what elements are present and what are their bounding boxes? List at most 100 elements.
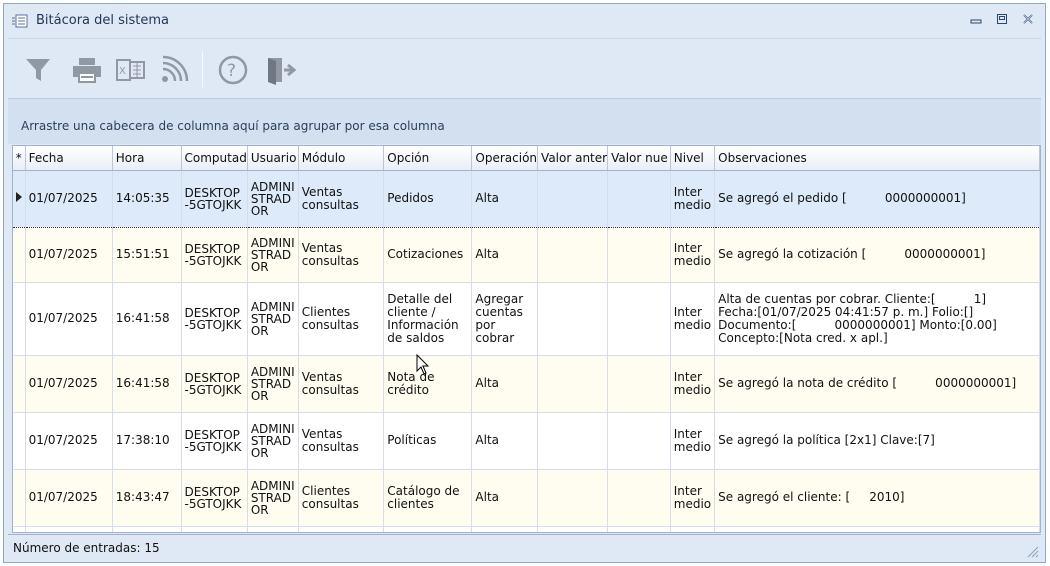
hora-cell[interactable]: 14:05:35 xyxy=(112,169,182,228)
nivel-cell[interactable]: Inter medio xyxy=(670,412,716,470)
row-indicator[interactable] xyxy=(13,469,26,527)
opcion-cell[interactable]: Pedidos xyxy=(383,169,473,228)
table-row[interactable]: 01/07/2025 16:41:58 DESKTOP -5GTOJKK ADMINI S… xyxy=(13,282,1040,356)
fecha-cell[interactable]: 01/07/2025 xyxy=(25,412,113,470)
opcion-cell[interactable]: Catálogo de clientes xyxy=(383,469,473,527)
usuario-cell[interactable]: ADMINI STRAD OR xyxy=(247,355,299,413)
valor-nuevo-cell[interactable] xyxy=(607,412,671,470)
row-indicator[interactable] xyxy=(13,282,26,356)
fecha-cell[interactable]: 01/07/2025 xyxy=(25,469,113,527)
column-header-usuario[interactable]: Usuario xyxy=(247,146,299,171)
valor-anterior-cell[interactable] xyxy=(537,355,609,413)
modulo-cell[interactable]: Ventas consultas xyxy=(298,169,385,228)
column-header-hora[interactable]: Hora xyxy=(112,146,182,171)
hora-cell[interactable]: 15:51:51 xyxy=(112,227,182,283)
modulo-cell[interactable]: Ventas consultas xyxy=(298,355,385,413)
observaciones-cell[interactable]: Se agregó la nota de crédito [ 000000000… xyxy=(714,355,1040,413)
rss-icon[interactable] xyxy=(159,55,193,85)
column-header-valor-nuevo[interactable]: Valor nue xyxy=(607,146,671,171)
group-by-panel[interactable]: Arrastre una cabecera de columna aquí pa… xyxy=(8,98,1041,144)
column-header-computadora[interactable]: Computad xyxy=(181,146,248,171)
close-icon[interactable] xyxy=(1018,12,1038,30)
computadora-cell[interactable]: DESKTOP -5GTOJKK xyxy=(181,412,248,470)
opcion-cell[interactable]: Detalle del cliente / Información de saldos xyxy=(383,282,473,356)
nivel-cell[interactable]: Inter medio xyxy=(670,469,716,527)
nivel-cell[interactable]: Inter medio xyxy=(670,169,716,228)
valor-anterior-cell[interactable] xyxy=(537,169,609,228)
usuario-cell[interactable]: ADMINI STRAD OR xyxy=(247,227,299,283)
operacion-cell[interactable]: Agregar cuentas por cobrar xyxy=(471,282,539,356)
opcion-cell[interactable]: Cotizaciones xyxy=(383,227,473,283)
table-row[interactable]: 01/07/2025 15:51:51 DESKTOP -5GTOJKK ADMINI S… xyxy=(13,227,1040,283)
valor-anterior-cell[interactable] xyxy=(537,469,609,527)
print-icon[interactable] xyxy=(70,55,104,85)
modulo-cell[interactable]: Ventas consultas xyxy=(298,227,385,283)
observaciones-cell[interactable]: Se agregó la política [2x1] Clave:[7] xyxy=(714,412,1040,470)
help-icon[interactable]: ? xyxy=(216,55,250,85)
opcion-cell[interactable]: Políticas xyxy=(383,412,473,470)
usuario-cell[interactable]: ADMINI STRAD OR xyxy=(247,412,299,470)
column-header-operacion[interactable]: Operación xyxy=(471,146,539,171)
hora-cell[interactable]: 17:38:10 xyxy=(112,412,182,470)
fecha-cell[interactable]: 01/07/2025 xyxy=(25,227,113,283)
computadora-cell[interactable]: DESKTOP -5GTOJKK xyxy=(181,282,248,356)
operacion-cell[interactable]: Alta xyxy=(471,469,539,527)
column-header-observaciones[interactable]: Observaciones xyxy=(714,146,1040,171)
row-indicator[interactable] xyxy=(13,355,26,413)
nivel-cell[interactable]: Inter medio xyxy=(670,355,716,413)
table-row[interactable]: 01/07/2025 17:38:10 DESKTOP -5GTOJKK ADMINI S… xyxy=(13,412,1040,470)
computadora-cell[interactable]: DESKTOP -5GTOJKK xyxy=(181,355,248,413)
operacion-cell[interactable]: Alta xyxy=(471,412,539,470)
valor-anterior-cell[interactable] xyxy=(537,282,609,356)
column-header-fecha[interactable]: Fecha xyxy=(25,146,113,171)
minimize-icon[interactable] xyxy=(966,12,986,30)
row-indicator[interactable] xyxy=(13,412,26,470)
table-row[interactable]: 01/07/2025 18:43:47 DESKTOP -5GTOJKK ADMINI S… xyxy=(13,469,1040,527)
column-header-modulo[interactable]: Módulo xyxy=(298,146,385,171)
exit-icon[interactable] xyxy=(264,55,298,85)
valor-nuevo-cell[interactable] xyxy=(607,282,671,356)
resize-grip-icon[interactable] xyxy=(1025,544,1039,558)
computadora-cell[interactable]: DESKTOP -5GTOJKK xyxy=(181,169,248,228)
fecha-cell[interactable]: 01/07/2025 xyxy=(25,169,113,228)
modulo-cell[interactable]: Clientes consultas xyxy=(298,282,385,356)
column-header-opcion[interactable]: Opción xyxy=(383,146,473,171)
log-grid[interactable]: * Fecha Hora Computad Usuario Módulo Opc… xyxy=(12,145,1041,533)
table-row[interactable] xyxy=(13,526,1040,532)
table-row[interactable]: 01/07/2025 14:05:35 DESKTOP -5GTOJKK ADMINI S… xyxy=(13,169,1040,228)
hora-cell[interactable]: 18:43:47 xyxy=(112,469,182,527)
observaciones-cell[interactable]: Se agregó el cliente: [ 2010] xyxy=(714,469,1040,527)
row-indicator[interactable] xyxy=(13,169,26,228)
usuario-cell[interactable]: ADMINI STRAD OR xyxy=(247,169,299,228)
valor-nuevo-cell[interactable] xyxy=(607,355,671,413)
observaciones-cell[interactable]: Se agregó la cotización [ 0000000001] xyxy=(714,227,1040,283)
usuario-cell[interactable]: ADMINI STRAD OR xyxy=(247,282,299,356)
modulo-cell[interactable]: Ventas consultas xyxy=(298,412,385,470)
restore-icon[interactable] xyxy=(992,12,1012,30)
computadora-cell[interactable]: DESKTOP -5GTOJKK xyxy=(181,469,248,527)
nivel-cell[interactable]: Inter medio xyxy=(670,282,716,356)
operacion-cell[interactable]: Alta xyxy=(471,227,539,283)
fecha-cell[interactable]: 01/07/2025 xyxy=(25,282,113,356)
row-indicator[interactable] xyxy=(13,227,26,283)
column-header-nivel[interactable]: Nivel xyxy=(670,146,716,171)
table-row[interactable]: 01/07/2025 16:41:58 DESKTOP -5GTOJKK ADMINI S… xyxy=(13,355,1040,413)
computadora-cell[interactable]: DESKTOP -5GTOJKK xyxy=(181,227,248,283)
observaciones-cell[interactable]: Se agregó el pedido [ 0000000001] xyxy=(714,169,1040,228)
observaciones-cell[interactable]: Alta de cuentas por cobrar. Cliente:[ 1]… xyxy=(714,282,1040,356)
column-header-valor-anterior[interactable]: Valor anter xyxy=(537,146,609,171)
filter-icon[interactable] xyxy=(22,55,56,85)
modulo-cell[interactable]: Clientes consultas xyxy=(298,469,385,527)
operacion-cell[interactable]: Alta xyxy=(471,169,539,228)
valor-nuevo-cell[interactable] xyxy=(607,169,671,228)
hora-cell[interactable]: 16:41:58 xyxy=(112,282,182,356)
valor-anterior-cell[interactable] xyxy=(537,412,609,470)
valor-nuevo-cell[interactable] xyxy=(607,469,671,527)
nivel-cell[interactable]: Inter medio xyxy=(670,227,716,283)
fecha-cell[interactable]: 01/07/2025 xyxy=(25,355,113,413)
hora-cell[interactable]: 16:41:58 xyxy=(112,355,182,413)
excel-export-icon[interactable]: X xyxy=(114,55,148,85)
operacion-cell[interactable]: Alta xyxy=(471,355,539,413)
valor-anterior-cell[interactable] xyxy=(537,227,609,283)
valor-nuevo-cell[interactable] xyxy=(607,227,671,283)
